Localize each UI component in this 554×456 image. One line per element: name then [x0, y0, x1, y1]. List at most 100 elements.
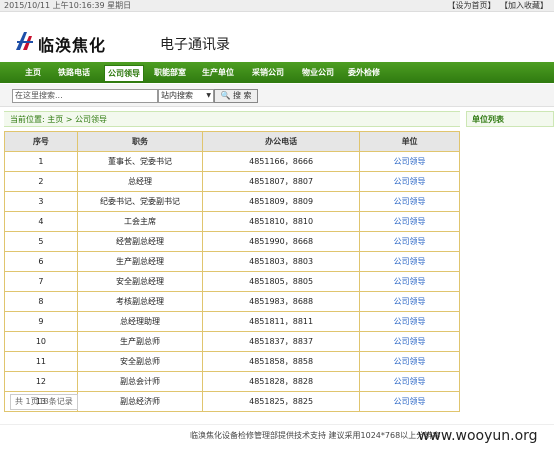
cell-unit[interactable]: 公司领导 — [359, 331, 460, 352]
add-favorite-link[interactable]: 【加入收藏】 — [500, 1, 548, 10]
cell-position: 董事长、党委书记 — [76, 151, 204, 172]
top-bar: 2015/10/11 上午10:16:39 星期日 【设为首页】 【加入收藏】 — [0, 0, 554, 12]
dropdown-arrow-icon: ▼ — [206, 92, 211, 99]
table-header-row: 序号 职务 办公电话 单位 — [4, 131, 460, 152]
cell-unit[interactable]: 公司领导 — [359, 171, 460, 192]
cell-phone: 4851811，8811 — [202, 311, 361, 332]
company-logo-icon — [16, 32, 33, 50]
cell-index: 2 — [4, 171, 78, 192]
cell-position: 工会主席 — [76, 211, 204, 232]
search-bar: 在这里搜索... 站内搜索 ▼ 🔍 搜 索 — [0, 84, 554, 107]
cell-unit[interactable]: 公司领导 — [359, 291, 460, 312]
cell-phone: 4851828，8828 — [202, 371, 361, 392]
cell-phone: 4851810，8810 — [202, 211, 361, 232]
pagination-info: 共 1页13条记录 — [10, 394, 78, 410]
cell-index: 9 — [4, 311, 78, 332]
col-header-index: 序号 — [4, 131, 78, 152]
table-row: 12 副总会计师 4851828，8828 公司领导 — [4, 371, 460, 392]
breadcrumb-current: 公司领导 — [75, 115, 108, 124]
unit-list-panel: 单位列表 — [466, 111, 554, 127]
site-title: 电子通讯录 — [160, 37, 230, 53]
breadcrumb: 当前位置: 主页 > 公司领导 — [4, 111, 460, 127]
cell-unit[interactable]: 公司领导 — [359, 191, 460, 212]
unit-list-title: 单位列表 — [472, 115, 504, 124]
cell-unit[interactable]: 公司领导 — [359, 211, 460, 232]
cell-unit[interactable]: 公司领导 — [359, 391, 460, 412]
table-row: 10 生产副总师 4851837，8837 公司领导 — [4, 331, 460, 352]
cell-index: 6 — [4, 251, 78, 272]
nav-item-outsourced-repair[interactable]: 委外检修 — [344, 62, 384, 83]
nav-item-production-units[interactable]: 生产单位 — [198, 62, 238, 83]
cell-unit[interactable]: 公司领导 — [359, 271, 460, 292]
cell-position: 副总会计师 — [76, 371, 204, 392]
col-header-phone: 办公电话 — [202, 131, 361, 152]
main-nav: 主页 铁路电话 公司领导 职能部室 生产单位 采销公司 物业公司 委外检修 — [0, 62, 554, 83]
search-button[interactable]: 🔍 搜 索 — [214, 89, 258, 103]
cell-position: 安全副总经理 — [76, 271, 204, 292]
cell-position: 考核副总经理 — [76, 291, 204, 312]
nav-item-company-leaders[interactable]: 公司领导 — [104, 65, 144, 82]
set-home-link[interactable]: 【设为首页】 — [447, 1, 495, 10]
table-row: 8 考核副总经理 4851983，8688 公司领导 — [4, 291, 460, 312]
cell-phone: 4851990，8668 — [202, 231, 361, 252]
breadcrumb-home-link[interactable]: 主页 — [47, 115, 63, 124]
cell-phone: 4851858，8858 — [202, 351, 361, 372]
table-row: 11 安全副总师 4851858，8858 公司领导 — [4, 351, 460, 372]
search-button-label: 搜 索 — [232, 91, 252, 100]
cell-unit[interactable]: 公司领导 — [359, 151, 460, 172]
cell-index: 12 — [4, 371, 78, 392]
cell-index: 7 — [4, 271, 78, 292]
table-row: 1 董事长、党委书记 4851166，8666 公司领导 — [4, 151, 460, 172]
search-scope-value: 站内搜索 — [161, 91, 193, 100]
cell-phone: 4851983，8688 — [202, 291, 361, 312]
cell-position: 总经理助理 — [76, 311, 204, 332]
cell-index: 10 — [4, 331, 78, 352]
breadcrumb-separator: > — [65, 115, 73, 124]
cell-position: 生产副总师 — [76, 331, 204, 352]
cell-index: 3 — [4, 191, 78, 212]
cell-index: 8 — [4, 291, 78, 312]
nav-item-functional-depts[interactable]: 职能部室 — [150, 62, 190, 83]
cell-phone: 4851837，8837 — [202, 331, 361, 352]
cell-phone: 4851825，8825 — [202, 391, 361, 412]
cell-index: 1 — [4, 151, 78, 172]
logo-text: 临涣焦化 — [38, 36, 107, 55]
cell-unit[interactable]: 公司领导 — [359, 231, 460, 252]
cell-index: 4 — [4, 211, 78, 232]
table-row: 2 总经理 4851807，8807 公司领导 — [4, 171, 460, 192]
datetime-text: 2015/10/11 上午10:16:39 星期日 — [4, 1, 132, 10]
nav-item-railway-phone[interactable]: 铁路电话 — [54, 62, 94, 83]
table-row: 7 安全副总经理 4851805，8805 公司领导 — [4, 271, 460, 292]
table-row: 5 经营副总经理 4851990，8668 公司领导 — [4, 231, 460, 252]
cell-index: 11 — [4, 351, 78, 372]
cell-phone: 4851809，8809 — [202, 191, 361, 212]
cell-unit[interactable]: 公司领导 — [359, 251, 460, 272]
cell-phone: 4851166，8666 — [202, 151, 361, 172]
cell-index: 5 — [4, 231, 78, 252]
table-row: 4 工会主席 4851810，8810 公司领导 — [4, 211, 460, 232]
cell-unit[interactable]: 公司领导 — [359, 351, 460, 372]
cell-unit[interactable]: 公司领导 — [359, 371, 460, 392]
table-row: 3 纪委书记、党委副书记 4851809，8809 公司领导 — [4, 191, 460, 212]
cell-phone: 4851805，8805 — [202, 271, 361, 292]
watermark-text: www.wooyun.org — [418, 428, 538, 444]
nav-item-sales-company[interactable]: 采销公司 — [248, 62, 288, 83]
cell-position: 生产副总经理 — [76, 251, 204, 272]
cell-unit[interactable]: 公司领导 — [359, 311, 460, 332]
nav-item-property-company[interactable]: 物业公司 — [298, 62, 338, 83]
cell-position: 纪委书记、党委副书记 — [76, 191, 204, 212]
search-icon: 🔍 — [220, 91, 231, 100]
search-input[interactable]: 在这里搜索... — [12, 89, 158, 103]
footer-text: 临涣焦化设备检修管理部提供技术支持 建议采用1024*768以上分辨率 — [190, 431, 441, 440]
col-header-unit: 单位 — [359, 131, 460, 152]
cell-phone: 4851807，8807 — [202, 171, 361, 192]
cell-position: 总经理 — [76, 171, 204, 192]
cell-position: 副总经济师 — [76, 391, 204, 412]
site-header: 临涣焦化 电子通讯录 — [0, 12, 554, 60]
search-scope-select[interactable]: 站内搜索 ▼ — [158, 89, 214, 103]
cell-position: 安全副总师 — [76, 351, 204, 372]
cell-phone: 4851803，8803 — [202, 251, 361, 272]
nav-item-home[interactable]: 主页 — [18, 62, 48, 83]
table-row: 9 总经理助理 4851811，8811 公司领导 — [4, 311, 460, 332]
leaders-table: 序号 职务 办公电话 单位 1 董事长、党委书记 4851166，8666 公司领导 2… — [4, 131, 460, 412]
